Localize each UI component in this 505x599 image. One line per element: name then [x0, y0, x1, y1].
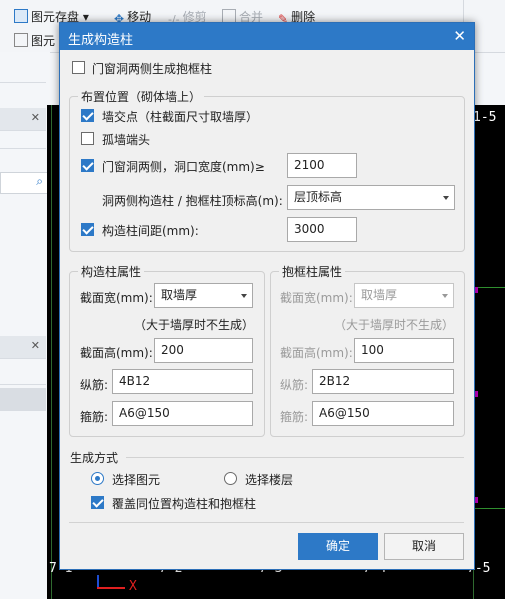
cc-section-width-value: 取墙厚	[161, 288, 198, 302]
fc-longitudinal-bar-label: 纵筋:	[280, 378, 309, 392]
divider	[0, 148, 46, 149]
placement-group-title: 布置位置（砌体墙上）	[78, 88, 205, 105]
close-icon[interactable]: ✕	[31, 339, 40, 352]
divider	[126, 457, 464, 458]
opening-sides-label: 门窗洞两侧，洞口宽度(mm)≥	[102, 160, 265, 174]
overwrite-checkbox[interactable]	[91, 496, 104, 509]
generate-column-dialog: 生成构造柱 ✕ 门窗洞两侧生成抱框柱 布置位置（砌体墙上） 墙交点（柱截面尺寸取…	[59, 22, 475, 570]
constructional-column-group: 构造柱属性 截面宽(mm): 取墙厚 （大于墙厚时不生成） 截面高(mm): 2…	[69, 263, 265, 437]
column-spacing-checkbox[interactable]	[81, 223, 94, 236]
fc-section-height-label: 截面高(mm):	[280, 346, 353, 360]
opening-frame-label: 门窗洞两侧生成抱框柱	[92, 62, 213, 76]
x-axis-label: X	[129, 579, 137, 594]
ok-button[interactable]: 确定	[298, 533, 378, 560]
fc-section-width-value: 取墙厚	[361, 288, 398, 302]
cc-section-width-select[interactable]: 取墙厚	[154, 283, 253, 308]
placement-group: 布置位置（砌体墙上） 墙交点（柱截面尺寸取墙厚） 孤墙端头 门窗洞两侧，洞口宽度…	[69, 88, 465, 252]
chevron-down-icon	[241, 294, 247, 298]
left-panel: ✕ ⌕ ✕	[0, 52, 50, 599]
frame-column-title: 抱框柱属性	[279, 263, 346, 280]
cc-section-height-label: 截面高(mm):	[80, 346, 153, 360]
select-floor-label: 选择楼层	[245, 473, 294, 487]
opening-frame-checkbox[interactable]	[72, 61, 85, 74]
column-top-elevation-label: 洞两侧构造柱 / 抱框柱顶标高(m):	[102, 194, 283, 208]
cc-longitudinal-bar-input[interactable]: 4B12	[112, 369, 253, 394]
cc-section-width-label: 截面宽(mm):	[80, 291, 153, 305]
fc-stirrup-input[interactable]: A6@150	[312, 401, 454, 426]
fc-longitudinal-bar-input[interactable]: 2B12	[312, 369, 454, 394]
dialog-titlebar[interactable]: 生成构造柱 ✕	[60, 23, 474, 50]
column-top-elevation-value: 层顶标高	[294, 190, 343, 204]
element-label: 图元	[31, 34, 56, 48]
cc-stirrup-input[interactable]: A6@150	[112, 401, 253, 426]
cancel-button[interactable]: 取消	[384, 533, 464, 560]
isolated-wall-end-checkbox[interactable]	[81, 132, 94, 145]
opening-width-input[interactable]: 2100	[287, 153, 357, 178]
list-item[interactable]	[0, 362, 46, 385]
element-icon	[14, 33, 28, 47]
constructional-column-title: 构造柱属性	[78, 263, 145, 280]
cc-section-height-input[interactable]: 200	[154, 338, 253, 363]
chevron-down-icon	[443, 196, 449, 200]
fc-width-note: （大于墙厚时不生成）	[334, 318, 455, 332]
panel-header: ✕	[0, 108, 46, 131]
fc-section-height-input[interactable]: 100	[354, 338, 454, 363]
fc-section-width-select[interactable]: 取墙厚	[354, 283, 454, 308]
close-icon[interactable]: ✕	[453, 27, 466, 45]
wall-intersection-label: 墙交点（柱截面尺寸取墙厚）	[102, 110, 259, 124]
select-element-radio[interactable]	[91, 472, 104, 485]
isolated-wall-end-label: 孤墙端头	[102, 133, 151, 147]
element-button[interactable]: 图元	[14, 33, 55, 49]
select-floor-radio[interactable]	[224, 472, 237, 485]
column-spacing-label: 构造柱间距(mm):	[102, 224, 199, 238]
select-element-label: 选择图元	[112, 473, 161, 487]
search-icon: ⌕	[36, 174, 43, 188]
cc-longitudinal-bar-label: 纵筋:	[80, 378, 109, 392]
close-icon[interactable]: ✕	[31, 111, 40, 124]
wall-intersection-checkbox[interactable]	[81, 109, 94, 122]
chevron-down-icon	[442, 294, 448, 298]
axis-label-top-right: 1-5	[473, 110, 497, 125]
generation-mode-title: 生成方式	[70, 451, 119, 465]
frame-column-group: 抱框柱属性 截面宽(mm): 取墙厚 （大于墙厚时不生成） 截面高(mm): 1…	[270, 263, 465, 437]
divider	[69, 522, 464, 523]
panel-header: ✕	[0, 336, 46, 359]
fc-stirrup-label: 箍筋:	[280, 410, 309, 424]
opening-sides-checkbox[interactable]	[81, 159, 94, 172]
search-input[interactable]: ⌕	[0, 172, 48, 194]
cc-width-note: （大于墙厚时不生成）	[134, 318, 255, 332]
divider	[0, 82, 46, 83]
merge-icon	[222, 9, 236, 23]
fc-section-width-label: 截面宽(mm):	[280, 291, 353, 305]
dialog-title: 生成构造柱	[68, 33, 134, 48]
list-item[interactable]	[0, 388, 46, 411]
column-top-elevation-select[interactable]: 层顶标高	[287, 185, 455, 210]
column-spacing-input[interactable]: 3000	[287, 217, 357, 242]
cc-stirrup-label: 箍筋:	[80, 410, 109, 424]
x-axis-indicator	[97, 587, 125, 589]
save-icon	[14, 9, 28, 23]
overwrite-label: 覆盖同位置构造柱和抱框柱	[112, 497, 257, 511]
grid-line	[51, 105, 52, 599]
